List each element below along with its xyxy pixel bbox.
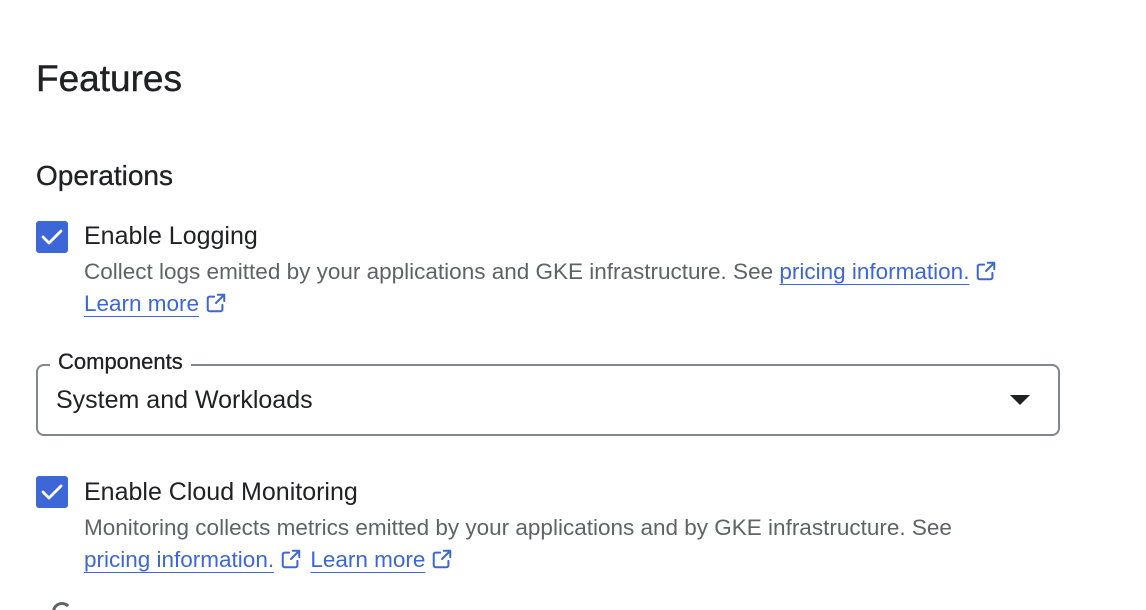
enable-logging-label[interactable]: Enable Logging (84, 219, 258, 253)
page-title: Features (36, 58, 183, 99)
section-title-operations: Operations (36, 160, 173, 191)
components-select[interactable]: Components System and Workloads (36, 347, 1060, 436)
components-select-label: Components (50, 347, 191, 377)
open-in-new-icon[interactable] (205, 292, 227, 314)
cut-off-content-icon (52, 602, 72, 610)
open-in-new-icon[interactable] (280, 548, 302, 570)
open-in-new-icon[interactable] (975, 260, 997, 282)
logging-learn-more-row: Learn more (84, 288, 227, 320)
dropdown-arrow-icon[interactable] (1010, 395, 1030, 405)
open-in-new-icon[interactable] (431, 548, 453, 570)
monitoring-description: Monitoring collects metrics emitted by y… (84, 515, 952, 540)
features-page: Features Operations Enable Logging Colle… (0, 0, 1146, 610)
monitoring-links-row: pricing information. Learn more (84, 544, 453, 576)
checkmark-icon (41, 484, 63, 500)
components-select-value[interactable]: System and Workloads (56, 383, 313, 417)
logging-description-text: Collect logs emitted by your application… (84, 259, 780, 284)
monitoring-learn-more-link[interactable]: Learn more (310, 547, 425, 572)
enable-monitoring-label[interactable]: Enable Cloud Monitoring (84, 475, 358, 509)
logging-pricing-link[interactable]: pricing information. (779, 259, 969, 284)
enable-monitoring-checkbox[interactable] (36, 476, 68, 508)
checkmark-icon (41, 229, 63, 245)
logging-description: Collect logs emitted by your application… (84, 256, 997, 288)
logging-learn-more-link[interactable]: Learn more (84, 291, 199, 316)
monitoring-pricing-link[interactable]: pricing information. (84, 547, 274, 572)
enable-logging-checkbox[interactable] (36, 221, 68, 253)
